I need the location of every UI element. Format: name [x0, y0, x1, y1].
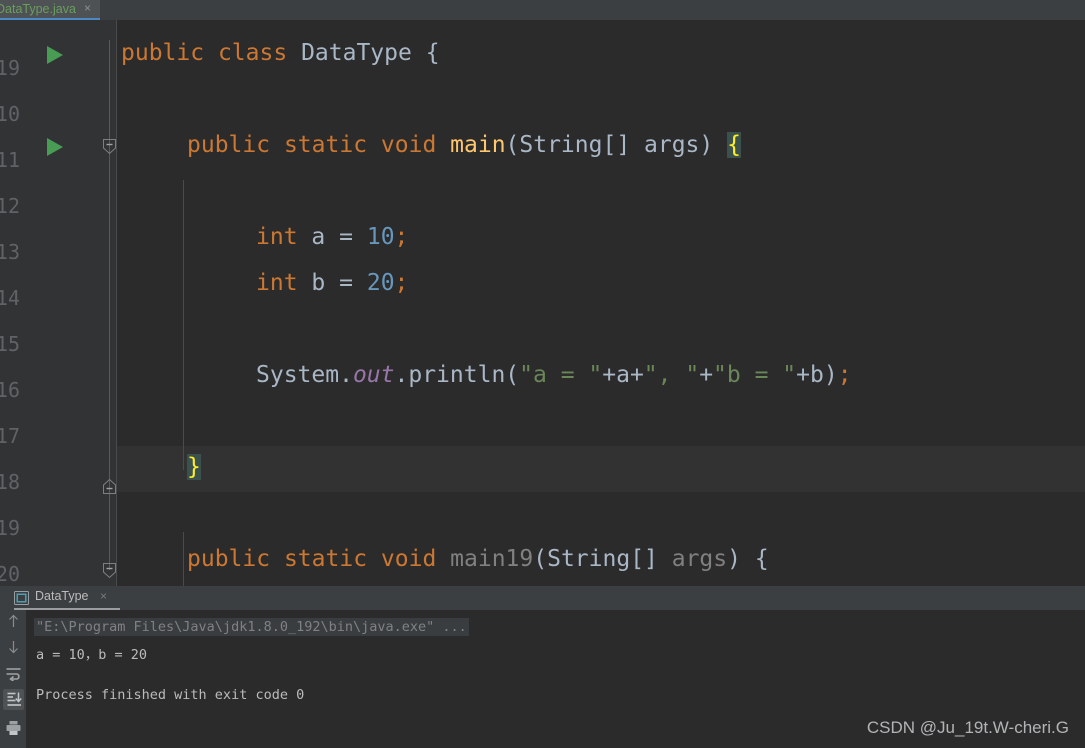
down-arrow-icon[interactable] [3, 637, 24, 658]
token-params: (String[] args) [505, 132, 714, 158]
run-tab-label: DataType [35, 589, 89, 603]
token-method-name: main [450, 132, 506, 158]
console-line-command: "E:\Program Files\Java\jdk1.8.0_192\bin\… [34, 618, 469, 636]
token-param-name: args [657, 546, 728, 572]
console-toolbar[interactable] [0, 610, 26, 748]
line-number: 19 [0, 56, 20, 80]
token-class-ref: System [256, 362, 340, 388]
token-concat: +a+ [602, 362, 644, 388]
watermark: CSDN @Ju_19t.W-cheri.G [866, 718, 1069, 737]
token-variable: a [311, 224, 326, 250]
up-arrow-icon[interactable] [3, 611, 24, 632]
line-number: 16 [0, 378, 20, 402]
token-method-call: println [408, 362, 506, 388]
token-keyword: static [283, 132, 368, 158]
token-keyword: class [217, 40, 288, 66]
token-string: "a = " [519, 362, 603, 388]
code-line-14: int b = 20; [256, 260, 408, 306]
token-semicolon: ; [394, 270, 409, 296]
line-number: 19 [0, 516, 20, 540]
code-text[interactable]: public class DataType { public static vo… [117, 20, 1085, 586]
line-number: 13 [0, 240, 20, 264]
token-keyword: public [121, 40, 205, 66]
line-number: 14 [0, 286, 20, 310]
code-editor[interactable]: 19 10 11 12 13 14 15 16 17 18 19 20 publ… [0, 20, 1085, 586]
close-icon[interactable]: × [100, 589, 107, 603]
token-type: int [256, 224, 298, 250]
line-number: 11 [0, 148, 20, 172]
line-number: 12 [0, 194, 20, 218]
token-brace-highlighted: { [727, 132, 741, 158]
token-concat: + [699, 362, 714, 388]
code-line-16: System.out.println("a = "+a+", "+"b = "+… [256, 362, 852, 388]
code-line-9: public class DataType { [121, 30, 440, 76]
line-number: 15 [0, 332, 20, 356]
token-string: ", " [643, 362, 700, 388]
token-variable: b [311, 270, 326, 296]
run-tool-header: DataType × [0, 586, 1085, 610]
token-class-name: DataType [301, 40, 412, 66]
token-semicolon: ; [394, 224, 409, 250]
console-line-stdout: a = 10，b = 20 [36, 647, 148, 663]
run-class-icon[interactable] [47, 46, 63, 64]
token-operator: = [339, 224, 353, 250]
token-type: int [256, 270, 298, 296]
console-line-stdout: Process finished with exit code 0 [36, 687, 305, 703]
token-string: "b = " [713, 362, 797, 388]
editor-tab-bar: DataType.java × [0, 0, 1085, 20]
line-number: 17 [0, 424, 20, 448]
token-brace-highlighted: } [187, 454, 201, 480]
print-icon[interactable] [3, 718, 24, 739]
run-method-icon[interactable] [47, 138, 63, 156]
token-concat: +b [796, 362, 824, 388]
editor-gutter[interactable]: 19 10 11 12 13 14 15 16 17 18 19 20 [0, 20, 116, 586]
token-keyword: static [283, 546, 368, 572]
editor-tab-datatype-java[interactable]: DataType.java × [0, 0, 100, 20]
token-semicolon: ; [837, 362, 852, 388]
token-keyword: public [187, 132, 271, 158]
scroll-to-end-icon[interactable] [3, 689, 24, 710]
token-param-type: String[] [547, 546, 658, 572]
token-method-name-unused: main19 [450, 546, 534, 572]
code-line-11: public static void main(String[] args) { [187, 122, 741, 168]
code-line-20: public static void main19(String[] args)… [187, 546, 769, 572]
token-operator: = [339, 270, 353, 296]
soft-wrap-icon[interactable] [3, 663, 24, 684]
close-icon[interactable]: × [82, 2, 93, 14]
token-keyword: public [187, 546, 271, 572]
line-number: 20 [0, 562, 20, 586]
token-static-field: out [352, 362, 395, 388]
token-brace: { [425, 40, 440, 66]
idea-window: DataType.java × 19 10 11 12 13 14 15 16 … [0, 0, 1085, 748]
editor-tab-label: DataType.java [0, 2, 76, 16]
console-window-icon [14, 590, 29, 605]
code-line-13: int a = 10; [256, 214, 408, 260]
code-line-18: } [187, 444, 201, 490]
token-brace: { [754, 546, 769, 572]
line-number: 10 [0, 102, 20, 126]
line-number: 18 [0, 470, 20, 494]
token-number: 20 [366, 270, 395, 296]
token-number: 10 [366, 224, 395, 250]
token-keyword: void [380, 546, 437, 572]
token-keyword: void [380, 132, 437, 158]
